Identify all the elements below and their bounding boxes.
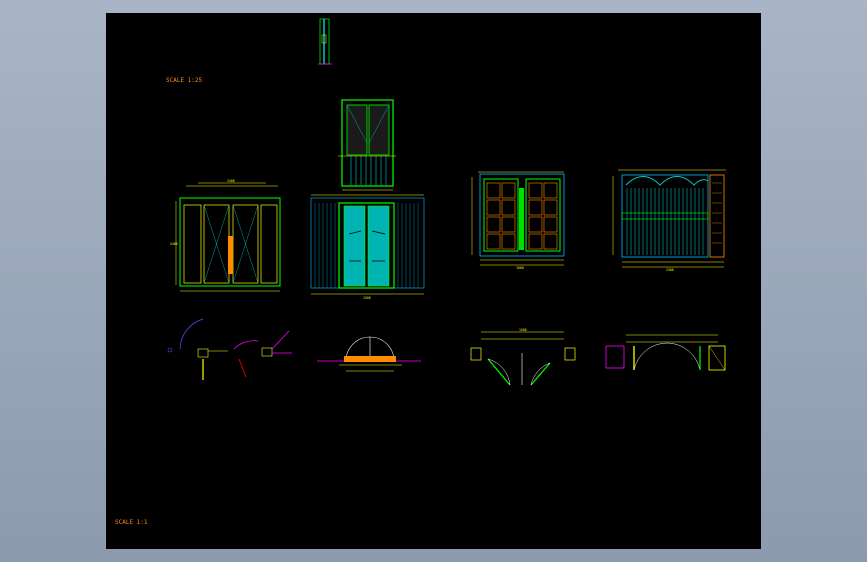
door-elevation-louvered: 1500 [310,194,425,300]
svg-text:2400: 2400 [227,179,235,183]
door-plan-1 [167,318,292,380]
door-elevation-grid: 1800 [471,171,565,270]
door-elevation-balcony [338,99,396,191]
door-plan-3: 1500 [470,328,576,386]
door-elevation-glazed: 2400 2400 [170,179,281,292]
svg-text:1500: 1500 [363,296,371,300]
cad-drawing: SCALE 1:25 SCALE 1:1 2400 2400 1500 1800… [115,18,726,526]
door-plan-4 [605,334,726,371]
drawing-sheet: SCALE 1:25 SCALE 1:1 2400 2400 1500 1800… [106,13,761,549]
scale-label-top: SCALE 1:25 [166,77,203,84]
scale-label-bottom: SCALE 1:1 [115,519,148,526]
svg-text:2400: 2400 [666,268,674,272]
svg-text:2400: 2400 [170,242,178,246]
gate-elevation-ornate: 2400 [612,169,726,272]
svg-text:1500: 1500 [519,328,527,332]
svg-text:1800: 1800 [516,266,524,270]
door-plan-2 [317,336,421,372]
small-section-detail [318,18,332,65]
